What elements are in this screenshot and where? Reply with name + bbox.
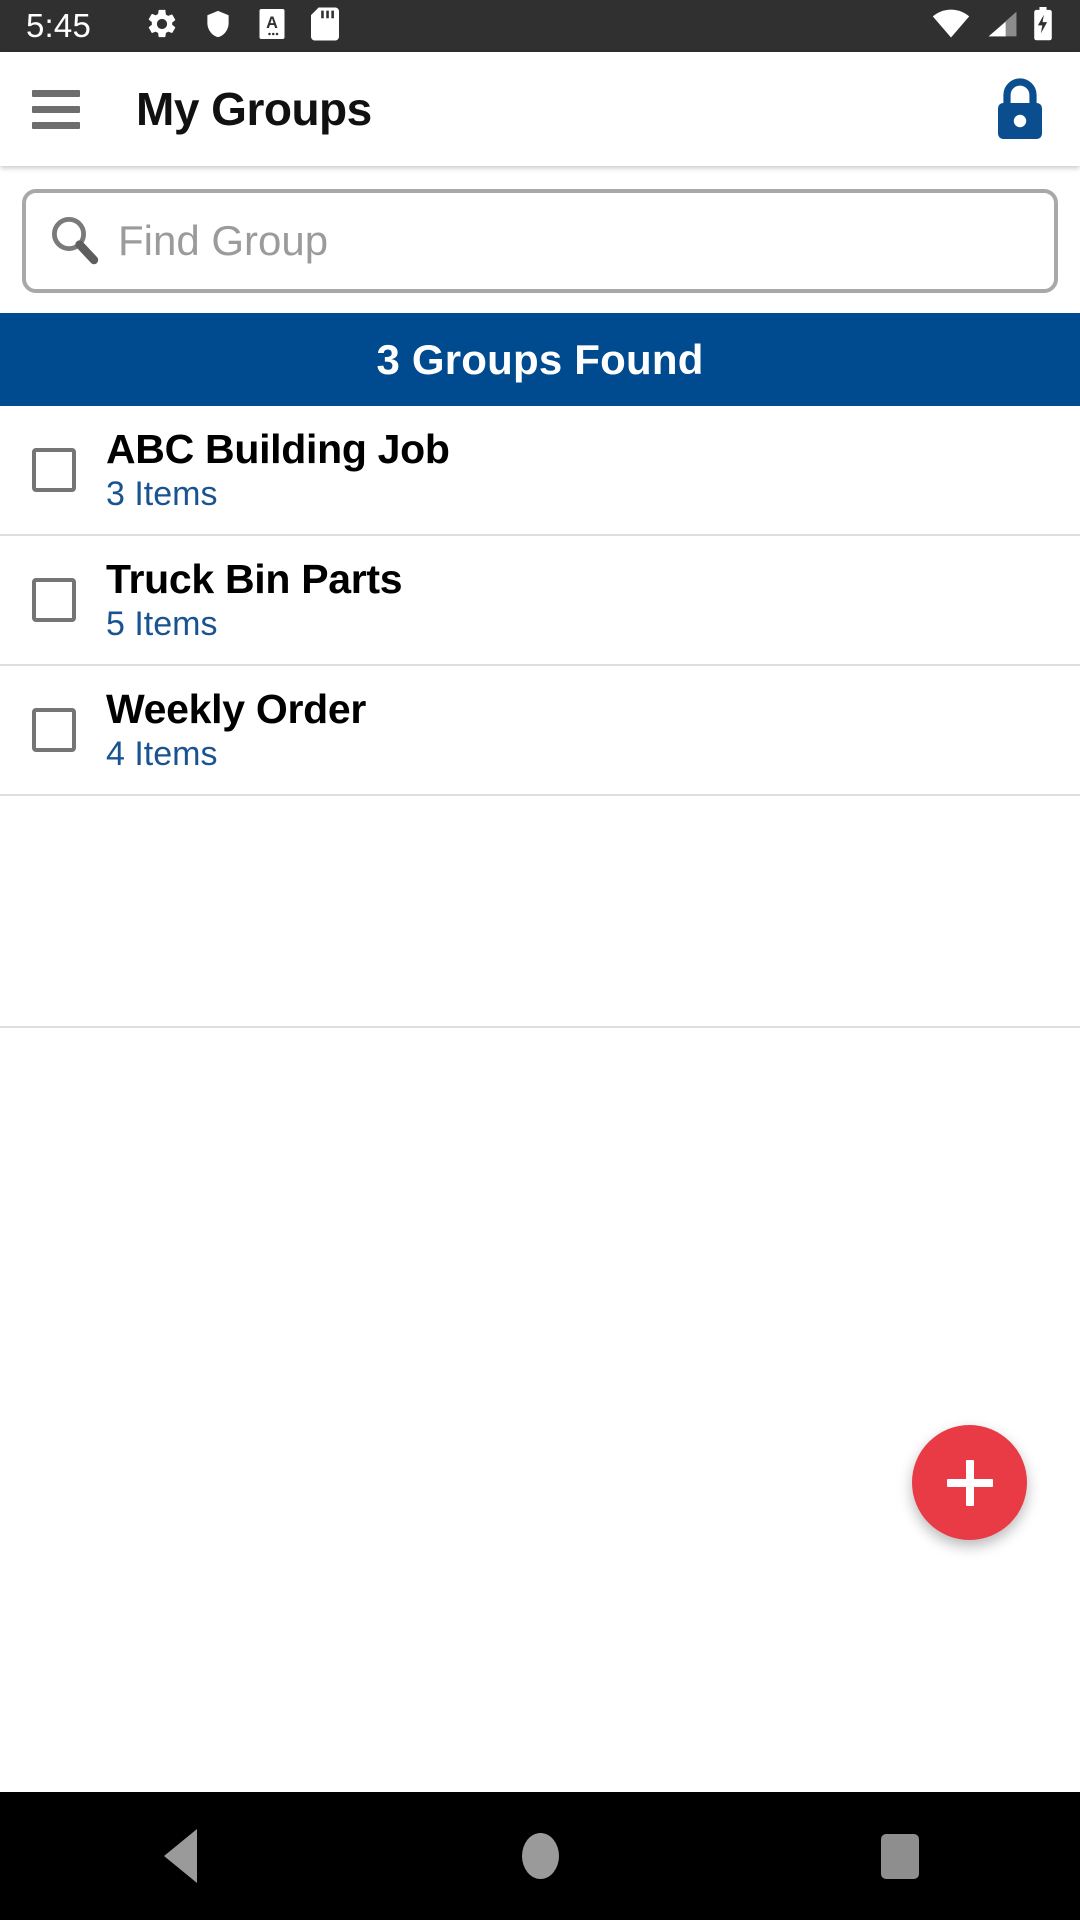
group-row-texts: Truck Bin Parts 5 Items: [106, 555, 403, 643]
status-time: 5:45: [26, 7, 92, 44]
document-a-icon: A: [257, 7, 287, 46]
android-navigation-bar: [0, 1792, 1080, 1920]
hamburger-bar: [32, 105, 80, 113]
wifi-icon: [932, 9, 970, 44]
search-input[interactable]: [118, 217, 1032, 265]
search-box[interactable]: [22, 189, 1058, 293]
gear-icon: [145, 7, 179, 46]
status-bar-left: 5:45 A: [26, 6, 932, 46]
hamburger-bar: [32, 89, 80, 97]
results-count-label: 3 Groups Found: [376, 335, 704, 383]
group-checkbox[interactable]: [32, 578, 76, 622]
home-circle-icon: [521, 1833, 559, 1879]
results-banner: 3 Groups Found: [0, 313, 1080, 406]
group-item-count: 4 Items: [106, 734, 218, 773]
group-name: ABC Building Job: [106, 425, 450, 472]
group-item-count: 3 Items: [106, 474, 218, 513]
recents-square-icon: [881, 1833, 919, 1879]
table-row[interactable]: ABC Building Job 3 Items: [0, 406, 1080, 536]
nav-recents-button[interactable]: [800, 1833, 1000, 1879]
group-name: Truck Bin Parts: [106, 555, 403, 602]
hamburger-bar: [32, 121, 80, 129]
sd-card-icon: [311, 6, 340, 46]
table-row[interactable]: Weekly Order 4 Items: [0, 666, 1080, 796]
group-row-texts: Weekly Order 4 Items: [106, 685, 366, 773]
status-bar-right: [932, 6, 1054, 46]
group-name: Weekly Order: [106, 685, 366, 732]
group-checkbox[interactable]: [32, 708, 76, 752]
hamburger-menu-icon[interactable]: [32, 89, 80, 129]
lock-icon[interactable]: [978, 76, 1048, 142]
shield-icon: [203, 7, 233, 46]
status-bar: 5:45 A: [0, 0, 1080, 52]
empty-list-row: [0, 796, 1080, 1028]
group-checkbox[interactable]: [32, 448, 76, 492]
nav-home-button[interactable]: [440, 1833, 640, 1879]
cellular-signal-icon: [984, 9, 1018, 44]
back-triangle-icon: [163, 1829, 197, 1883]
search-section: [0, 166, 1080, 313]
page-title: My Groups: [136, 83, 372, 135]
battery-charging-icon: [1032, 6, 1054, 46]
table-row[interactable]: Truck Bin Parts 5 Items: [0, 536, 1080, 666]
svg-text:A: A: [266, 13, 278, 31]
group-row-texts: ABC Building Job 3 Items: [106, 425, 450, 513]
groups-list: ABC Building Job 3 Items Truck Bin Parts…: [0, 406, 1080, 1028]
content-empty-area: [0, 1028, 1080, 1650]
add-group-fab[interactable]: [912, 1425, 1027, 1540]
plus-icon: [946, 1459, 993, 1506]
app-bar: My Groups: [0, 52, 1080, 166]
group-item-count: 5 Items: [106, 604, 218, 643]
nav-back-button[interactable]: [80, 1829, 280, 1883]
search-icon: [48, 213, 100, 270]
